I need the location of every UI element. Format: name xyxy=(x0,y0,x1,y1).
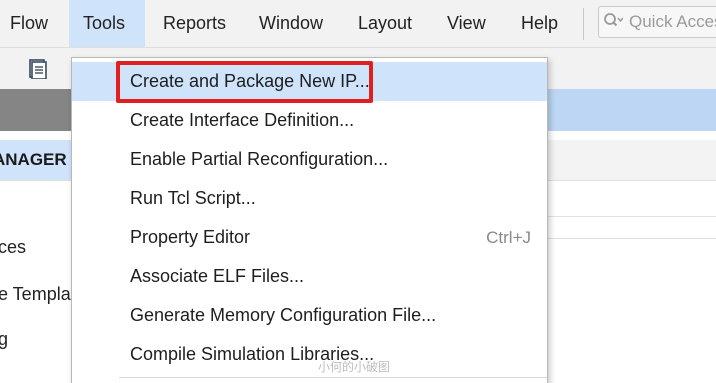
navigator-item[interactable]: e Templat xyxy=(0,284,76,305)
search-icon xyxy=(603,8,624,37)
menu-help[interactable]: Help xyxy=(507,0,572,47)
navigator-item[interactable]: ces xyxy=(0,237,26,258)
menubar-separator xyxy=(583,8,584,40)
menu-flow[interactable]: Flow xyxy=(0,0,62,47)
menu-window[interactable]: Window xyxy=(245,0,337,47)
quick-access-search[interactable]: Quick Access xyxy=(598,6,716,38)
grid-line xyxy=(548,238,716,239)
menu-reports[interactable]: Reports xyxy=(149,0,240,47)
panel-title-bar-highlight xyxy=(548,89,716,131)
quick-access-placeholder: Quick Access xyxy=(629,12,716,31)
grid-line xyxy=(548,216,716,217)
menu-item-run-tcl-script[interactable]: Run Tcl Script... xyxy=(72,179,547,218)
document-icon[interactable] xyxy=(29,59,47,80)
menu-item-property-editor[interactable]: Property Editor Ctrl+J xyxy=(72,218,547,257)
tools-dropdown-menu: Create and Package New IP... Create Inte… xyxy=(71,57,548,383)
menu-item-compile-simulation-libraries[interactable]: Compile Simulation Libraries... xyxy=(72,335,547,374)
navigator-item[interactable]: g xyxy=(0,329,8,350)
menu-item-enable-partial-reconfiguration[interactable]: Enable Partial Reconfiguration... xyxy=(72,140,547,179)
menu-bar: Flow Tools Reports Window Layout View He… xyxy=(0,0,716,47)
menu-view[interactable]: View xyxy=(433,0,500,47)
menu-item-associate-elf-files[interactable]: Associate ELF Files... xyxy=(72,257,547,296)
flow-navigator-title: ANAGER xyxy=(0,150,67,169)
shortcut-label: Ctrl+J xyxy=(486,228,531,247)
menu-item-generate-memory-configuration-file[interactable]: Generate Memory Configuration File... xyxy=(72,296,547,335)
menu-layout[interactable]: Layout xyxy=(344,0,426,47)
menu-tools[interactable]: Tools xyxy=(69,0,145,47)
watermark: 小何的小破图 xyxy=(318,360,391,374)
menu-item-create-interface-definition[interactable]: Create Interface Definition... xyxy=(72,101,547,140)
menu-separator xyxy=(119,377,547,378)
annotation-highlight-box xyxy=(116,61,373,103)
vivado-window: Flow Tools Reports Window Layout View He… xyxy=(0,0,716,383)
